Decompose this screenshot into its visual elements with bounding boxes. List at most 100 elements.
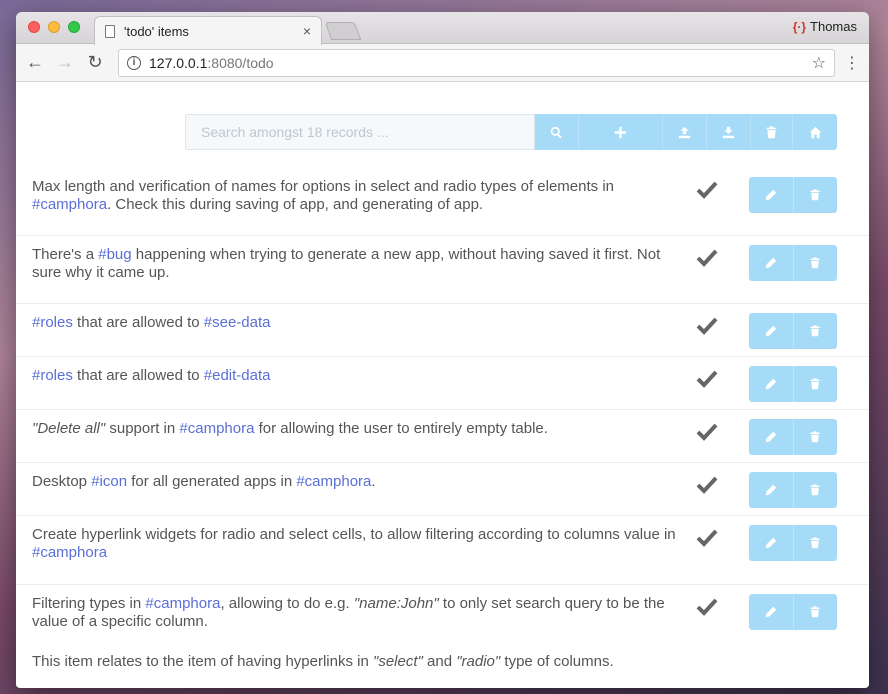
pencil-icon [765, 325, 776, 337]
trash-icon [766, 125, 777, 138]
todo-row: There's a #bug happening when trying to … [16, 236, 869, 304]
text-fragment: support in [105, 420, 180, 437]
tab-title: 'todo' items [124, 23, 189, 39]
search-button[interactable] [535, 114, 579, 150]
text-fragment: Desktop [32, 473, 92, 490]
text-fragment: that are allowed to [72, 367, 204, 384]
plus-icon [614, 126, 627, 138]
edit-button[interactable] [749, 313, 793, 349]
reload-button[interactable]: ↻ [84, 52, 106, 73]
text-fragment: for all generated apps in [127, 473, 297, 490]
search-icon [550, 126, 562, 138]
todo-row: Filtering types in #camphora, allowing t… [16, 585, 869, 685]
search-input[interactable]: Search amongst 18 records ... [185, 114, 535, 150]
home-button[interactable] [793, 114, 837, 150]
browser-tab[interactable]: 'todo' items × [94, 16, 322, 45]
hashtag-link[interactable]: #roles [32, 314, 73, 331]
window-maximize-button[interactable] [68, 21, 80, 33]
row-actions [749, 366, 837, 402]
page-content: Search amongst 18 records ... Max length… [16, 82, 869, 687]
edit-button[interactable] [749, 472, 793, 508]
pencil-icon [765, 606, 776, 618]
hashtag-link[interactable]: #camphora [32, 544, 107, 561]
hashtag-link[interactable]: #camphora [179, 420, 254, 437]
upload-button[interactable] [663, 114, 707, 150]
delete-button[interactable] [792, 594, 837, 630]
trash-icon [810, 189, 820, 201]
delete-button[interactable] [792, 313, 837, 349]
row-actions [749, 177, 837, 213]
check-icon[interactable] [696, 180, 718, 200]
todo-description: #roles that are allowed to #see-data [32, 314, 682, 332]
delete-button[interactable] [792, 177, 837, 213]
delete-button[interactable] [792, 419, 837, 455]
hashtag-link[interactable]: #camphora [145, 595, 220, 612]
row-actions [749, 245, 837, 281]
todo-row: #roles that are allowed to #edit-data [16, 357, 869, 410]
text-fragment: and [422, 653, 457, 670]
hashtag-link[interactable]: #camphora [296, 473, 371, 490]
todo-description: "Delete all" support in #camphora for al… [32, 420, 682, 438]
document-icon [105, 24, 115, 38]
pencil-icon [765, 537, 776, 549]
new-tab-button[interactable] [324, 22, 362, 40]
delete-button[interactable] [792, 472, 837, 508]
pencil-icon [765, 431, 776, 443]
tab-close-icon[interactable]: × [303, 23, 311, 39]
upload-icon [678, 126, 691, 138]
browser-window: 'todo' items × {·} Thomas ← → ↻ i 127.0.… [16, 12, 869, 688]
forward-button[interactable]: → [54, 52, 76, 73]
todo-description: Filtering types in #camphora, allowing t… [32, 595, 682, 631]
row-actions [749, 472, 837, 508]
hashtag-link[interactable]: #see-data [204, 314, 271, 331]
check-icon[interactable] [696, 316, 718, 336]
check-icon[interactable] [696, 528, 718, 548]
bookmark-star-icon[interactable]: ☆ [812, 53, 826, 73]
delete-button[interactable] [792, 245, 837, 281]
address-bar[interactable]: i 127.0.0.1 :8080/todo ☆ [118, 48, 835, 77]
hashtag-link[interactable]: #bug [98, 246, 131, 263]
browser-toolbar: ← → ↻ i 127.0.0.1 :8080/todo ☆ ⋮ [16, 44, 869, 82]
hashtag-link[interactable]: #camphora [32, 196, 107, 213]
window-minimize-button[interactable] [48, 21, 60, 33]
pencil-icon [765, 189, 776, 201]
profile-name: Thomas [810, 19, 857, 34]
home-icon [809, 126, 821, 138]
hashtag-link[interactable]: #icon [91, 473, 127, 490]
edit-button[interactable] [749, 594, 793, 630]
text-fragment: Filtering types in [32, 595, 146, 612]
text-fragment: . [371, 473, 376, 490]
add-button[interactable] [579, 114, 663, 150]
browser-menu-icon[interactable]: ⋮ [843, 53, 861, 73]
check-icon[interactable] [696, 475, 718, 495]
back-button[interactable]: ← [24, 52, 46, 73]
edit-button[interactable] [749, 245, 793, 281]
check-icon[interactable] [696, 597, 718, 617]
profile-button[interactable]: {·} Thomas [793, 19, 857, 34]
delete-button[interactable] [792, 525, 837, 561]
trash-icon [810, 325, 820, 337]
todo-note: This item relates to the item of having … [32, 647, 869, 670]
hashtag-link[interactable]: #roles [32, 367, 73, 384]
edit-button[interactable] [749, 525, 793, 561]
row-actions [749, 525, 837, 561]
delete-button[interactable] [792, 366, 837, 402]
check-icon[interactable] [696, 369, 718, 389]
todo-description: Desktop #icon for all generated apps in … [32, 473, 682, 491]
todo-list: Max length and verification of names for… [16, 168, 869, 685]
edit-button[interactable] [749, 366, 793, 402]
text-fragment: . Check this during saving of app, and g… [107, 196, 484, 213]
url-path: :8080/todo [207, 54, 274, 71]
hashtag-link[interactable]: #edit-data [204, 367, 271, 384]
window-close-button[interactable] [28, 21, 40, 33]
todo-description: There's a #bug happening when trying to … [32, 246, 682, 282]
edit-button[interactable] [749, 177, 793, 213]
download-button[interactable] [707, 114, 751, 150]
download-icon [722, 126, 735, 138]
delete-all-button[interactable] [751, 114, 793, 150]
check-icon[interactable] [696, 248, 718, 268]
info-icon[interactable]: i [127, 55, 141, 70]
check-icon[interactable] [696, 422, 718, 442]
profile-icon: {·} [792, 19, 807, 34]
edit-button[interactable] [749, 419, 793, 455]
